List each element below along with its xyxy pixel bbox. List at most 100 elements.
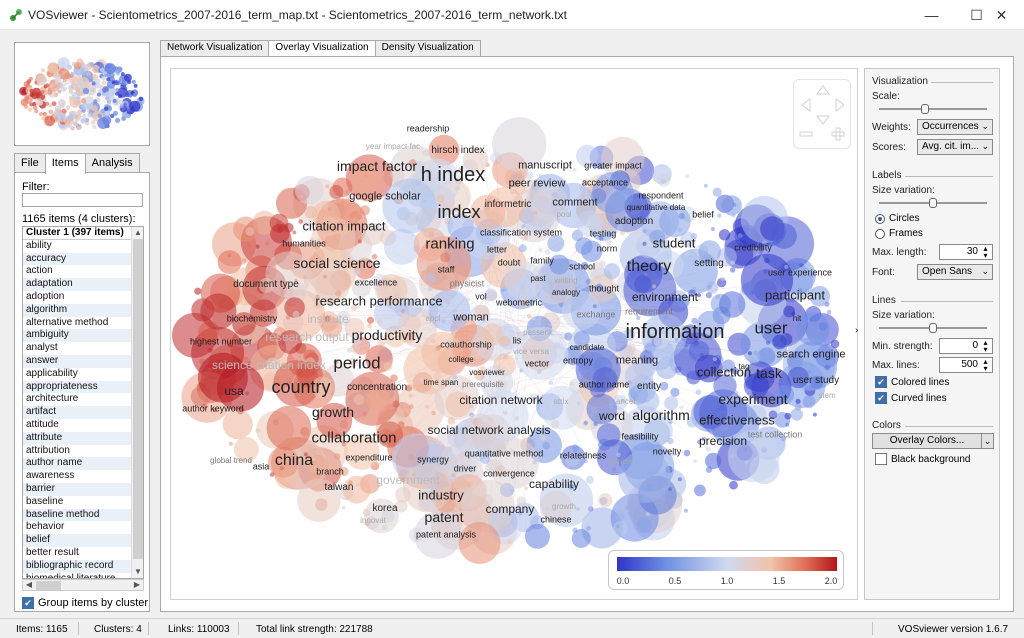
list-item[interactable]: algorithm — [23, 303, 132, 317]
term-label[interactable]: hirsch index — [431, 146, 484, 156]
term-bubble[interactable] — [705, 466, 713, 473]
term-bubble[interactable] — [27, 107, 33, 112]
list-item[interactable]: belief — [23, 534, 132, 547]
term-bubble[interactable] — [657, 173, 671, 187]
term-bubble[interactable] — [636, 316, 641, 320]
term-bubble[interactable] — [118, 99, 124, 105]
term-bubble[interactable] — [717, 213, 722, 218]
term-bubble[interactable] — [799, 263, 804, 268]
term-label[interactable]: index — [437, 203, 480, 221]
term-bubble[interactable] — [80, 118, 86, 124]
term-bubble[interactable] — [97, 117, 109, 129]
term-label[interactable]: effectiveness — [699, 414, 775, 427]
weights-select[interactable]: Occurrences ⌄ — [917, 119, 993, 135]
term-label[interactable]: lis — [513, 336, 522, 346]
term-bubble[interactable] — [118, 94, 123, 99]
term-bubble[interactable] — [45, 101, 50, 106]
term-bubble[interactable] — [76, 126, 81, 131]
black-background-checkbox[interactable]: ✔ Black background — [875, 453, 971, 465]
circles-radio[interactable]: Circles — [875, 213, 920, 224]
term-bubble[interactable] — [81, 102, 89, 111]
spinner-arrows-icon[interactable]: ▴ ▾ — [981, 339, 990, 354]
term-label[interactable]: algorithm — [632, 408, 690, 422]
term-bubble[interactable] — [99, 84, 104, 89]
term-label[interactable]: theory — [627, 259, 671, 275]
term-label[interactable]: belief — [692, 210, 714, 220]
term-label[interactable]: phrase — [609, 458, 633, 466]
overlay-map[interactable]: readership year impact fac hirsch index imp… — [170, 68, 858, 600]
term-bubble[interactable] — [200, 293, 237, 330]
term-label[interactable]: norm — [597, 244, 618, 254]
term-label[interactable]: atrix — [553, 398, 568, 406]
list-item[interactable]: adoption — [23, 291, 132, 304]
term-label[interactable]: entity — [637, 382, 661, 392]
term-label[interactable]: global trend — [210, 457, 252, 465]
term-label[interactable]: letter — [487, 245, 507, 255]
term-bubble[interactable] — [383, 362, 393, 371]
term-bubble[interactable] — [44, 115, 55, 127]
term-bubble[interactable] — [812, 412, 817, 417]
term-bubble[interactable] — [29, 102, 34, 107]
term-bubble[interactable] — [132, 92, 137, 98]
term-label[interactable]: feasibility — [621, 432, 658, 442]
term-label[interactable]: staff — [438, 265, 455, 275]
term-bubble[interactable] — [131, 79, 136, 84]
term-label[interactable]: pool — [556, 211, 571, 219]
term-bubble[interactable] — [729, 480, 738, 490]
term-bubble[interactable] — [325, 184, 330, 189]
term-bubble[interactable] — [120, 72, 125, 76]
term-bubble[interactable] — [39, 112, 43, 116]
term-label[interactable]: requirement — [625, 307, 673, 317]
term-label[interactable]: user — [754, 320, 787, 337]
overlay-colors-dropdown[interactable]: ⌄ — [981, 433, 994, 449]
term-label[interactable]: concentration — [347, 383, 407, 393]
term-bubble[interactable] — [57, 109, 62, 114]
tab-network-visualization[interactable]: Network Visualization — [160, 40, 270, 56]
term-label[interactable]: year impact fac — [366, 143, 420, 151]
term-bubble[interactable] — [101, 76, 106, 81]
term-bubble[interactable] — [266, 405, 312, 451]
term-bubble[interactable] — [458, 522, 501, 564]
term-label[interactable]: author name — [579, 380, 630, 390]
term-bubble[interactable] — [101, 80, 107, 85]
term-label[interactable]: citation network — [459, 394, 542, 406]
max-lines-spinner[interactable]: 500 ▴ ▾ — [939, 357, 993, 373]
term-bubble[interactable] — [91, 81, 96, 86]
term-bubble[interactable] — [753, 350, 759, 356]
term-label[interactable]: driver — [454, 464, 477, 474]
term-bubble[interactable] — [802, 395, 816, 409]
term-bubble[interactable] — [544, 249, 551, 255]
tab-analysis[interactable]: Analysis — [84, 153, 140, 173]
scale-slider[interactable] — [879, 104, 987, 114]
term-label[interactable]: peer review — [509, 178, 566, 190]
term-label[interactable]: writing — [554, 277, 577, 285]
term-bubble[interactable] — [115, 68, 121, 74]
term-label[interactable]: manuscript — [518, 160, 572, 172]
close-button[interactable]: ✕ — [979, 0, 1024, 30]
term-bubble[interactable] — [603, 263, 621, 280]
term-label[interactable]: convergence — [483, 469, 535, 479]
term-label[interactable]: research performance — [315, 295, 442, 308]
min-strength-spinner[interactable]: 0 ▴ ▾ — [939, 338, 993, 354]
list-item[interactable]: better result — [23, 547, 132, 560]
term-bubble[interactable] — [408, 393, 413, 398]
list-item[interactable]: ability — [23, 240, 132, 253]
term-bubble[interactable] — [54, 81, 59, 85]
term-bubble[interactable] — [107, 101, 112, 106]
term-label[interactable]: task — [756, 366, 782, 380]
term-bubble[interactable] — [715, 294, 720, 299]
term-bubble[interactable] — [69, 78, 75, 84]
term-label[interactable]: collection — [697, 366, 751, 379]
term-bubble[interactable] — [82, 114, 87, 118]
term-label[interactable]: institute — [307, 313, 348, 325]
term-bubble[interactable] — [667, 437, 674, 445]
term-bubble[interactable] — [269, 472, 275, 477]
term-label[interactable]: relatedness — [560, 451, 607, 461]
term-label[interactable]: collaboration — [311, 431, 396, 446]
term-bubble[interactable] — [50, 83, 55, 88]
items-list[interactable]: Cluster 1 (397 items) ability accuracy act… — [22, 226, 144, 579]
term-label[interactable]: thought — [589, 284, 619, 294]
term-label[interactable]: respondent — [638, 191, 683, 201]
term-bubble[interactable] — [695, 389, 702, 396]
cluster-header[interactable]: Cluster 1 (397 items) — [23, 227, 132, 240]
